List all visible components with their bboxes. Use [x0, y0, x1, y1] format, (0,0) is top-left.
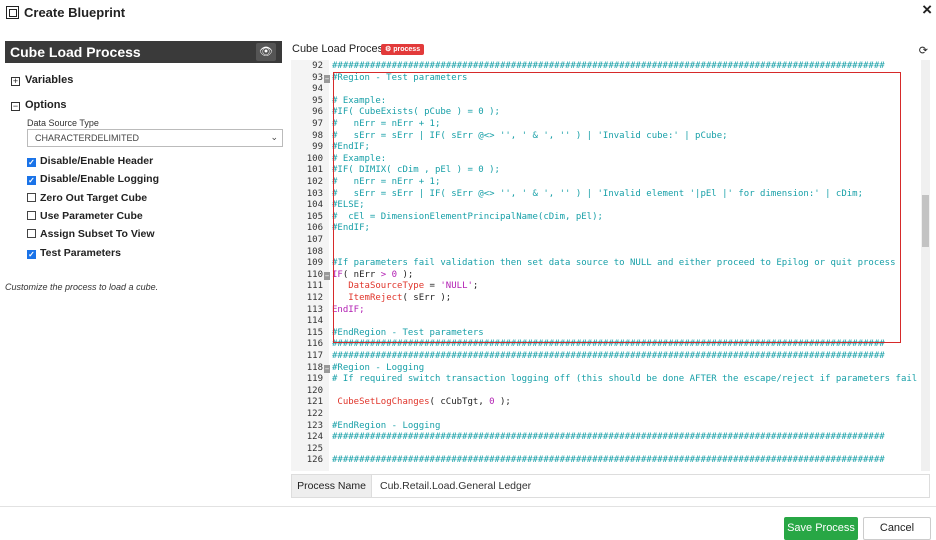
option-checkbox[interactable]: ✓ Disable/Enable Header: [27, 155, 153, 167]
line-number: 123: [306, 420, 323, 431]
variables-label: Variables: [25, 74, 74, 86]
line-number: 92: [312, 61, 323, 71]
fold-toggle-icon[interactable]: −: [324, 74, 330, 83]
line-number: 108: [306, 246, 323, 257]
editor-panel: Cube Load Process ⚙ process ⟳ 92 ########…: [286, 40, 936, 500]
option-checkbox[interactable]: Use Parameter Cube: [27, 210, 143, 222]
panel-header: Cube Load Process 👁: [5, 41, 282, 63]
checkbox-empty-icon[interactable]: [27, 192, 36, 202]
checkbox-empty-icon[interactable]: [27, 229, 36, 239]
options-section-toggle[interactable]: − Options: [11, 99, 67, 111]
option-checkbox[interactable]: Zero Out Target Cube: [27, 192, 147, 204]
process-name-input[interactable]: Cub.Retail.Load.General Ledger: [380, 480, 531, 492]
save-process-button[interactable]: Save Process: [784, 517, 858, 540]
line-number: 126: [306, 455, 323, 466]
eye-icon[interactable]: 👁: [256, 43, 276, 61]
line-number: 111: [306, 281, 323, 292]
line-number: 125: [306, 443, 323, 454]
line-number: 115: [306, 327, 323, 338]
cancel-button[interactable]: Cancel: [863, 517, 931, 540]
close-icon[interactable]: ×: [922, 0, 932, 20]
line-number: 103: [306, 188, 323, 199]
variables-section-toggle[interactable]: + Variables: [11, 74, 73, 86]
checkbox-checked-icon[interactable]: ✓: [27, 176, 36, 186]
refresh-icon[interactable]: ⟳: [919, 44, 928, 57]
line-number: 116: [306, 339, 323, 350]
line-number: 117: [306, 351, 323, 361]
highlight-box: [333, 72, 901, 343]
code-line[interactable]: #Region - Logging: [332, 363, 424, 375]
line-number: 95: [312, 95, 323, 106]
option-checkbox[interactable]: ✓ Test Parameters: [27, 247, 121, 259]
line-number: 119: [306, 374, 323, 385]
line-number: 113: [306, 304, 323, 315]
line-number: 118: [306, 362, 323, 373]
code-line[interactable]: ########################################…: [332, 432, 885, 444]
option-label: Zero Out Target Cube: [40, 191, 148, 204]
data-source-value: CHARACTERDELIMITED: [35, 133, 140, 143]
panel-title: Cube Load Process: [10, 44, 141, 60]
data-source-label: Data Source Type: [27, 118, 99, 128]
option-label: Disable/Enable Logging: [40, 173, 160, 186]
line-number: 114: [306, 316, 323, 327]
title-bar: Create Blueprint ×: [0, 0, 936, 26]
footer-divider: [0, 506, 936, 507]
line-number: 101: [306, 165, 323, 176]
option-label: Use Parameter Cube: [40, 209, 143, 222]
process-name-label: Process Name: [292, 475, 372, 497]
fold-toggle-icon[interactable]: −: [324, 364, 330, 373]
blueprint-icon: [6, 6, 19, 19]
option-checkbox[interactable]: Assign Subset To View: [27, 228, 155, 240]
code-line[interactable]: ########################################…: [332, 455, 885, 467]
line-number: 100: [306, 153, 323, 164]
line-number: 98: [312, 130, 323, 141]
line-number: 107: [306, 235, 323, 245]
code-line[interactable]: CubeSetLogChanges( cCubTgt, 0 );: [332, 397, 510, 409]
badge-label: process: [393, 46, 421, 53]
option-checkbox[interactable]: ✓ Disable/Enable Logging: [27, 173, 160, 186]
code-line[interactable]: ########################################…: [332, 61, 885, 73]
checkbox-checked-icon[interactable]: ✓: [27, 158, 36, 167]
line-number: 102: [306, 177, 323, 187]
chevron-down-icon: ⌄: [270, 132, 278, 142]
line-number: 110: [306, 269, 323, 280]
line-number: 120: [306, 385, 323, 396]
process-name-field: Process Name Cub.Retail.Load.General Led…: [291, 474, 930, 498]
option-label: Disable/Enable Header: [40, 155, 154, 167]
editor-title: Cube Load Process: [292, 43, 389, 55]
line-number: 106: [306, 223, 323, 234]
line-number: 104: [306, 200, 323, 211]
line-number: 99: [312, 142, 323, 153]
expand-icon: +: [11, 76, 20, 86]
window-title: Create Blueprint: [24, 5, 126, 20]
line-number: 93: [312, 72, 323, 83]
options-label: Options: [25, 99, 67, 111]
line-number: 96: [312, 107, 323, 118]
panel-hint: Customize the process to load a cube.: [5, 282, 159, 292]
checkbox-checked-icon[interactable]: ✓: [27, 249, 36, 259]
code-line[interactable]: ########################################…: [332, 351, 885, 363]
line-number: 112: [306, 293, 323, 303]
fold-toggle-icon[interactable]: −: [324, 271, 330, 280]
checkbox-empty-icon[interactable]: [27, 210, 36, 220]
line-number: 94: [312, 84, 323, 95]
line-number: 105: [306, 211, 323, 222]
line-number: 122: [306, 409, 323, 419]
line-number: 109: [306, 258, 323, 269]
line-number: 121: [306, 397, 323, 408]
line-number: 97: [312, 119, 323, 129]
data-source-select[interactable]: CHARACTERDELIMITED ⌄: [27, 129, 283, 147]
option-label: Test Parameters: [40, 246, 121, 259]
code-line[interactable]: #EndRegion - Logging: [332, 421, 440, 433]
collapse-icon: −: [11, 101, 20, 111]
vertical-scrollbar[interactable]: [921, 60, 930, 471]
process-badge: ⚙ process: [381, 44, 425, 55]
code-line[interactable]: # If required switch transaction logging…: [332, 374, 917, 386]
code-editor[interactable]: 92 ######################################…: [291, 60, 930, 471]
line-number: 124: [306, 432, 323, 443]
option-label: Assign Subset To View: [40, 228, 155, 241]
options-panel: Cube Load Process 👁 + Variables − Options …: [0, 40, 286, 500]
scrollbar-thumb[interactable]: [922, 195, 929, 247]
